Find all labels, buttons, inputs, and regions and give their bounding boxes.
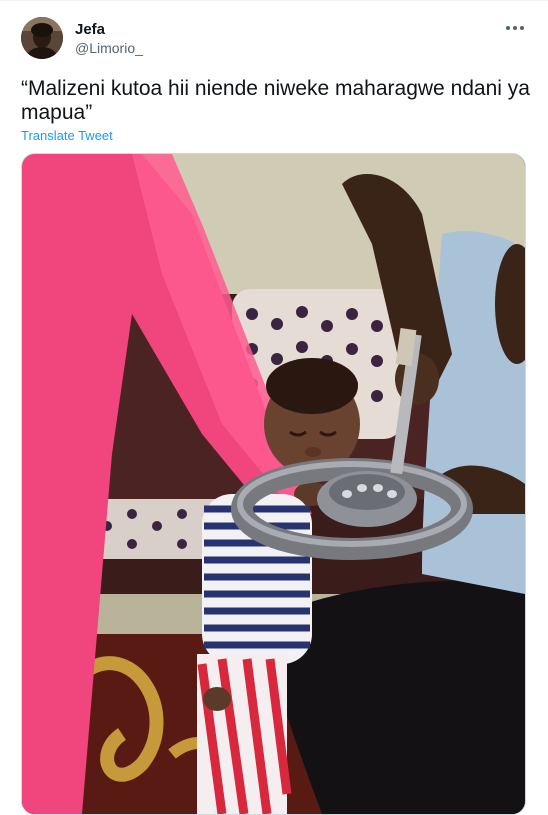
tweet-text: “Malizeni kutoa hii niende niweke mahara… <box>21 77 530 124</box>
more-options-button[interactable] <box>502 18 528 38</box>
translate-tweet-link[interactable]: Translate Tweet <box>21 128 113 143</box>
avatar-image <box>21 17 63 59</box>
tweet-photo[interactable] <box>21 153 526 815</box>
photo-illustration <box>22 154 525 814</box>
more-horizontal-icon <box>506 26 524 30</box>
author-handle[interactable]: @Limorio_ <box>75 40 143 56</box>
author-name[interactable]: Jefa <box>75 21 105 38</box>
avatar[interactable] <box>21 17 63 59</box>
tweet: Jefa @Limorio_ “Malizeni kutoa hii niend… <box>0 0 548 815</box>
